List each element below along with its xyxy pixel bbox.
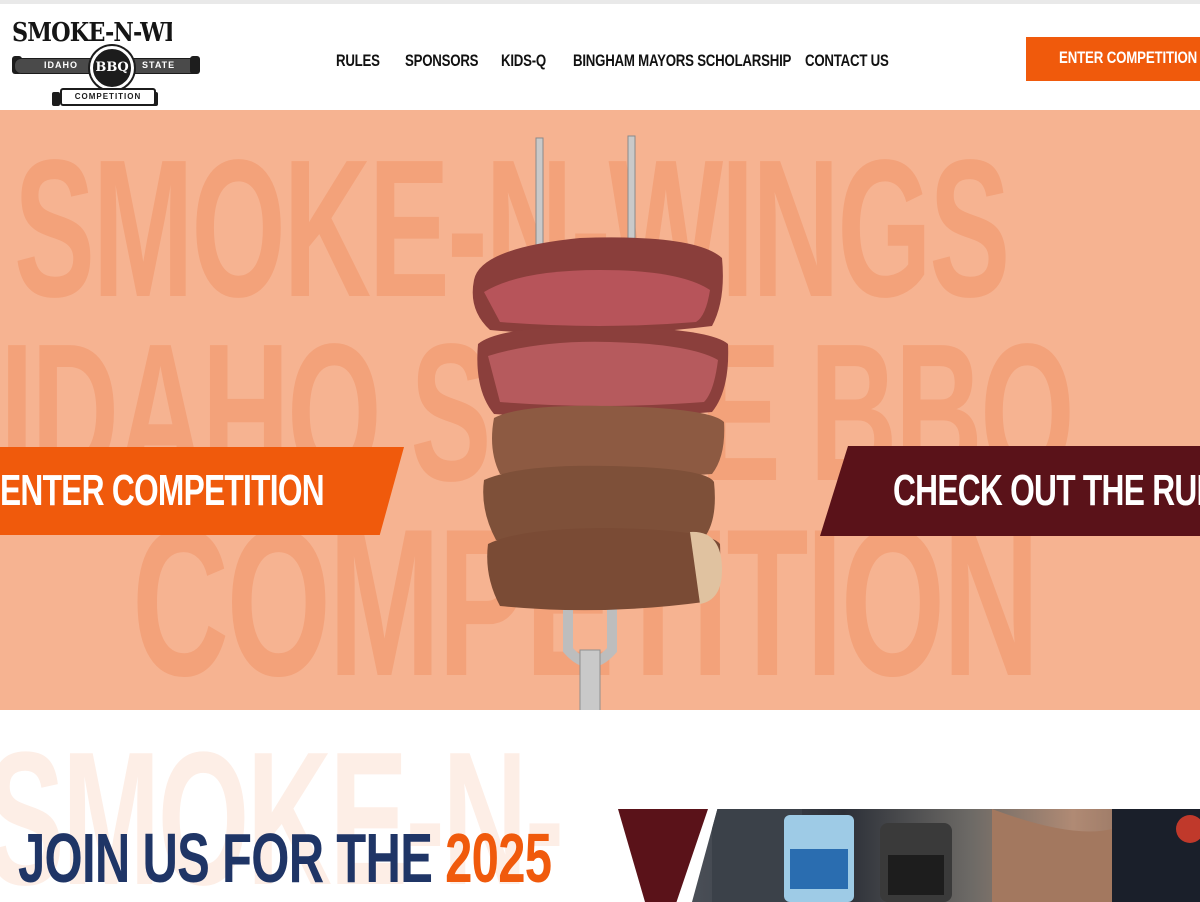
logo-grill-leg-left bbox=[52, 92, 60, 106]
header-enter-competition-label: ENTER COMPETITION bbox=[1059, 48, 1198, 67]
site-logo[interactable]: SMOKE-N-WINGS IDAHO STATE BBQ COMPETITIO… bbox=[10, 16, 202, 106]
logo-state-word: STATE bbox=[142, 60, 176, 70]
steak-on-fork-image bbox=[472, 135, 729, 710]
hero-banner: SMOKE-N-WINGS IDAHO STATE BBQ COMPETITIO… bbox=[0, 110, 1200, 710]
hero-enter-competition-button[interactable]: ENTER COMPETITION bbox=[0, 447, 404, 535]
nav-sponsors[interactable]: SPONSORS bbox=[405, 50, 479, 72]
event-photo bbox=[692, 809, 1200, 902]
hero-check-rules-label: CHECK OUT THE RULES bbox=[893, 466, 1200, 515]
section-heading-year: 2025 bbox=[445, 819, 552, 897]
nav-kids-q[interactable]: KIDS-Q bbox=[501, 50, 546, 72]
hero-enter-competition-label: ENTER COMPETITION bbox=[0, 466, 325, 515]
section-heading-prefix: JOIN US FOR THE bbox=[18, 819, 433, 897]
logo-bar-cap-right bbox=[190, 56, 200, 74]
header-enter-competition-button[interactable]: ENTER COMPETITION bbox=[1026, 37, 1200, 81]
logo-competition-plate: COMPETITION bbox=[60, 88, 156, 106]
nav-rules[interactable]: RULES bbox=[336, 50, 380, 72]
hero-check-rules-button[interactable]: CHECK OUT THE RULES bbox=[820, 446, 1200, 536]
logo-idaho-word: IDAHO bbox=[44, 60, 78, 70]
site-header: SMOKE-N-WINGS IDAHO STATE BBQ COMPETITIO… bbox=[0, 4, 1200, 110]
nav-bingham-mayors-scholarship[interactable]: BINGHAM MAYORS SCHOLARSHIP bbox=[573, 50, 791, 72]
nav-contact-us[interactable]: CONTACT US bbox=[805, 50, 889, 72]
logo-bbq-badge: BBQ bbox=[90, 46, 134, 90]
decorative-maroon-shape bbox=[618, 809, 708, 902]
section-heading: JOIN US FOR THE 2025 bbox=[18, 818, 552, 898]
event-photo-scene bbox=[712, 809, 1200, 902]
intro-section: SMOKE-N- JOIN US FOR THE 2025 bbox=[0, 710, 1200, 902]
logo-title: SMOKE-N-WINGS bbox=[12, 18, 172, 48]
